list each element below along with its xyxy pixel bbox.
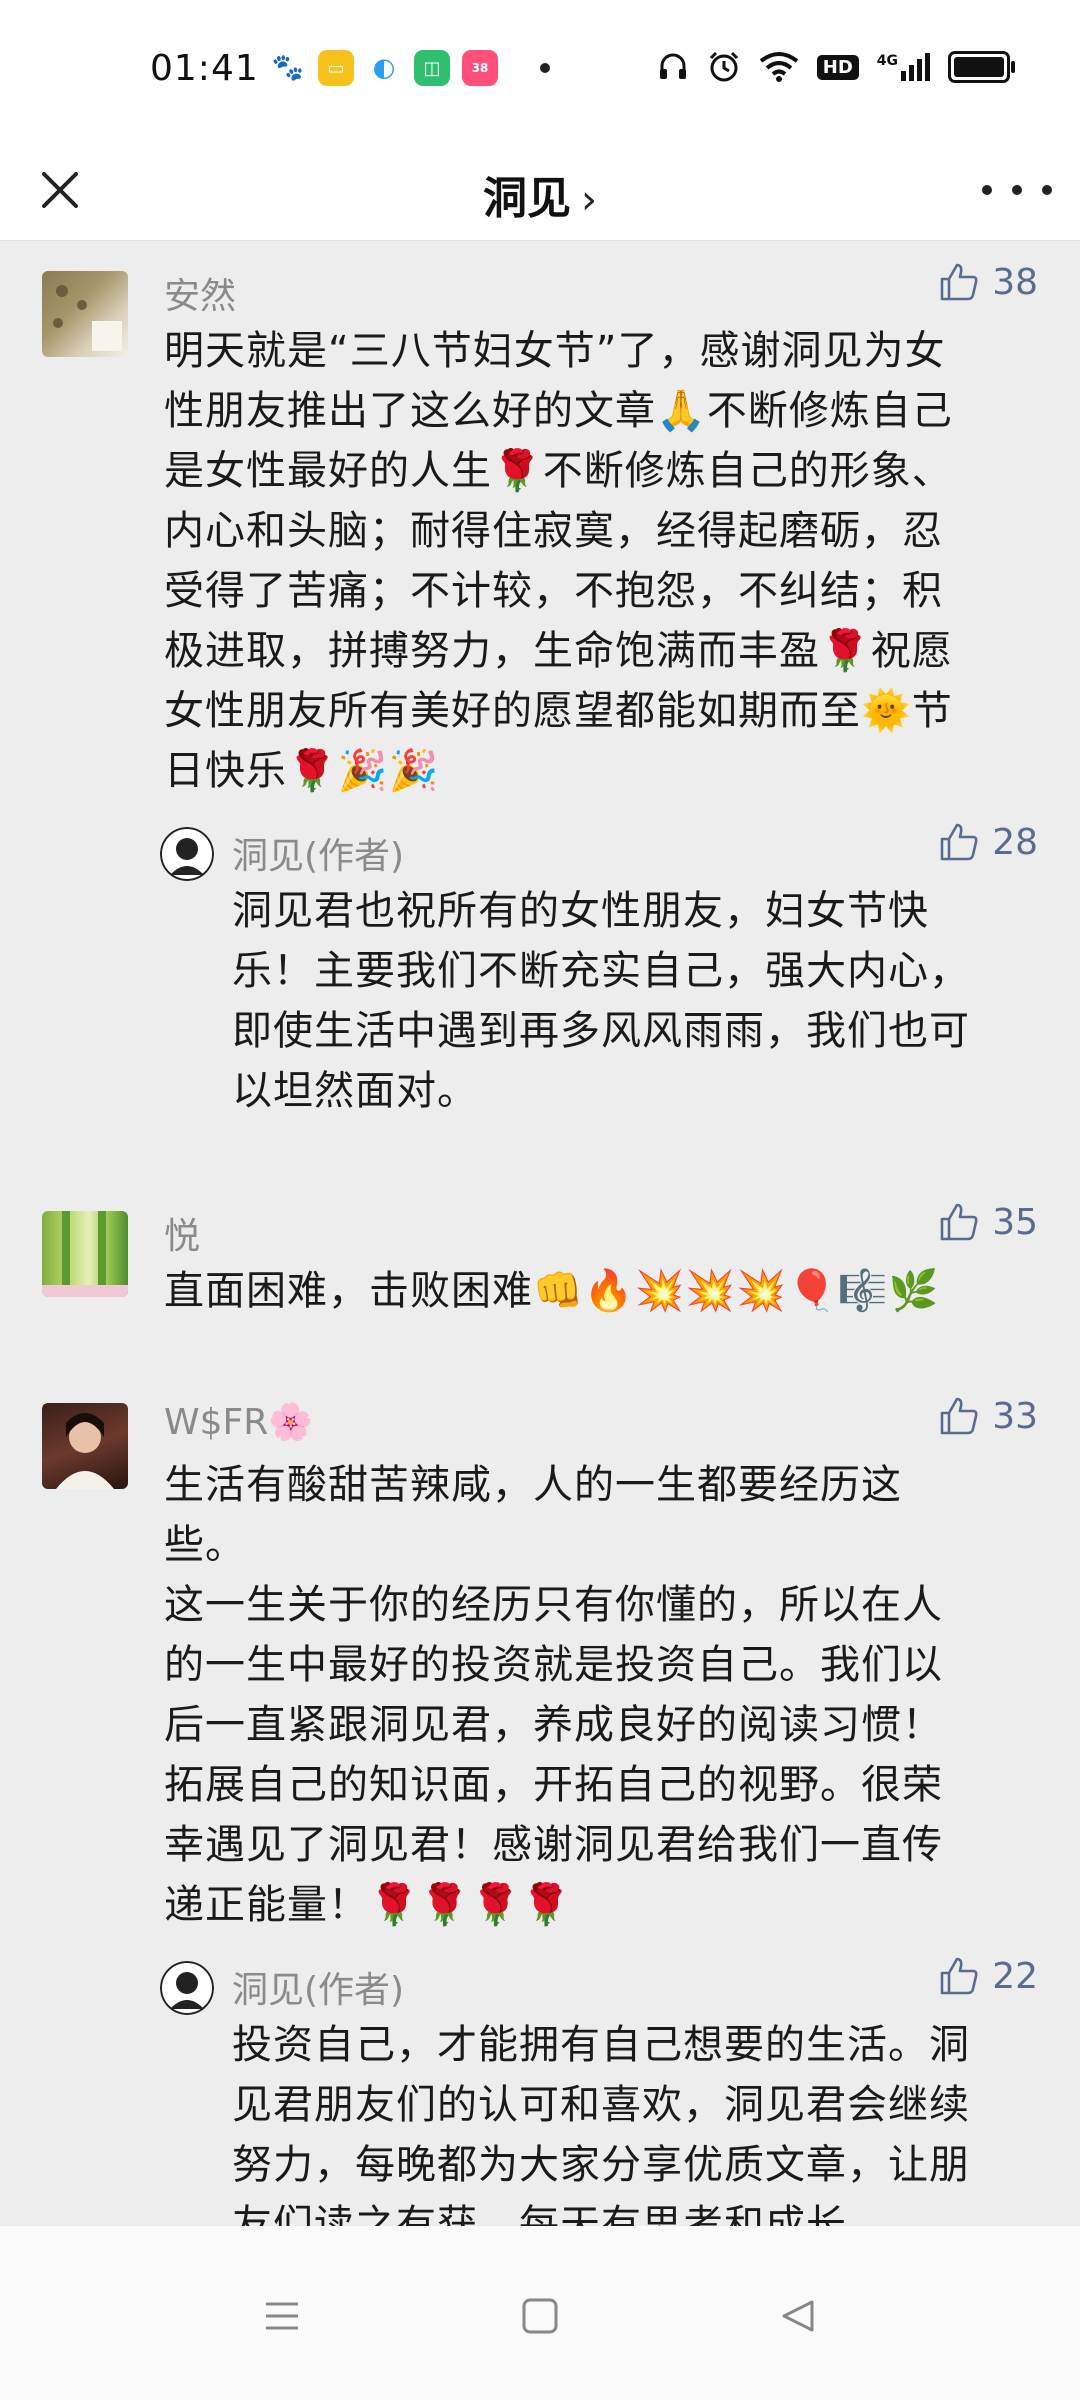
page-title-text: 洞见 bbox=[483, 173, 571, 224]
like-count: 38 bbox=[992, 261, 1038, 303]
headphones-icon bbox=[659, 53, 686, 79]
user-avatar[interactable] bbox=[42, 1403, 128, 1489]
comment-list: 安然 38 明天就是“三八节妇女节”了，感谢洞见为女 性朋友推出了这么好的文章🙏… bbox=[0, 241, 1080, 2226]
reply-text: 洞见君也祝所有的女性朋友，妇女节快 乐！主要我们不断充实自己，强大内心， 即使生… bbox=[232, 888, 970, 1114]
reply-text: 投资自己，才能拥有自己想要的生活。洞 见君朋友们的认可和喜欢，洞见君会继续 努力… bbox=[232, 2022, 970, 2226]
home-button[interactable] bbox=[510, 2286, 570, 2346]
signal-icon: 4G bbox=[877, 53, 930, 81]
hd-badge: HD bbox=[816, 54, 859, 80]
avatar-image bbox=[56, 1413, 114, 1489]
notes-app-icon: ▭ bbox=[318, 50, 354, 86]
comment-username[interactable]: W$FR🌸 bbox=[164, 1401, 313, 1443]
home-square-icon bbox=[522, 2298, 558, 2334]
thumbs-up-icon bbox=[940, 823, 978, 861]
more-notifications-dot bbox=[540, 63, 550, 73]
avatar-image bbox=[53, 285, 122, 351]
thumbs-up-icon bbox=[940, 263, 978, 301]
comment-text: 生活有酸甜苦辣咸，人的一生都要经历这 些。 这一生关于你的经历只有你懂的，所以在… bbox=[164, 1462, 943, 1928]
status-bar: 01:41 🐾 ▭ ◐ ◫ 38 HD 4G bbox=[0, 0, 1080, 140]
back-button[interactable] bbox=[768, 2286, 828, 2346]
battery-icon bbox=[948, 51, 1015, 83]
thumbs-up-icon bbox=[940, 1397, 978, 1435]
comment-text: 直面困难，击败困难👊🔥💥💥💥🎈🎼🌿 bbox=[164, 1268, 940, 1314]
menu-button[interactable] bbox=[252, 2286, 312, 2346]
like-button[interactable]: 35 bbox=[938, 1201, 1038, 1243]
thumbs-up-icon bbox=[940, 1203, 978, 1241]
more-dot-icon bbox=[1012, 185, 1022, 195]
comment-username[interactable]: 安然 bbox=[164, 267, 236, 319]
like-button[interactable]: 38 bbox=[938, 261, 1038, 303]
top-navigation-bar: 洞见 › bbox=[0, 140, 1080, 241]
back-triangle-icon bbox=[782, 2300, 814, 2332]
menu-icon bbox=[266, 2302, 298, 2330]
author-avatar-image bbox=[160, 1961, 214, 2015]
more-dot-icon bbox=[982, 185, 992, 195]
author-avatar[interactable] bbox=[160, 827, 214, 881]
like-button[interactable]: 22 bbox=[938, 1955, 1038, 1997]
page-title[interactable]: 洞见 › bbox=[0, 162, 1080, 226]
alarm-icon bbox=[709, 51, 738, 82]
reply-username[interactable]: 洞见(作者) bbox=[232, 1961, 404, 2013]
comment-username[interactable]: 悦 bbox=[164, 1207, 200, 1259]
author-avatar[interactable] bbox=[160, 1961, 214, 2015]
user-avatar[interactable] bbox=[42, 271, 128, 357]
avatar-image bbox=[42, 1211, 128, 1297]
like-button[interactable]: 28 bbox=[938, 821, 1038, 863]
author-avatar-image bbox=[160, 827, 214, 881]
browser-app-icon: ◐ bbox=[366, 50, 402, 86]
comment-text: 明天就是“三八节妇女节”了，感谢洞见为女 性朋友推出了这么好的文章🙏不断修炼自己… bbox=[164, 328, 953, 794]
notification-icons: 🐾 ▭ ◐ ◫ 38 bbox=[270, 50, 550, 86]
promo-app-icon: 38 bbox=[462, 50, 498, 86]
like-button[interactable]: 33 bbox=[938, 1395, 1038, 1437]
like-count: 35 bbox=[992, 1201, 1038, 1243]
system-navigation-bar bbox=[0, 2226, 1080, 2400]
thumbs-up-icon bbox=[940, 1957, 978, 1995]
like-count: 28 bbox=[992, 821, 1038, 863]
shop-app-icon: ◫ bbox=[414, 50, 450, 86]
baidu-app-icon: 🐾 bbox=[270, 50, 306, 86]
user-avatar[interactable] bbox=[42, 1211, 128, 1297]
more-options-button[interactable] bbox=[982, 170, 1052, 210]
chevron-right-icon: › bbox=[581, 177, 597, 223]
status-time: 01:41 bbox=[150, 48, 259, 89]
reply-username[interactable]: 洞见(作者) bbox=[232, 827, 404, 879]
wifi-icon bbox=[759, 52, 798, 82]
more-dot-icon bbox=[1042, 185, 1052, 195]
like-count: 22 bbox=[992, 1955, 1038, 1997]
system-icons: HD 4G bbox=[657, 50, 1015, 84]
like-count: 33 bbox=[992, 1395, 1038, 1437]
